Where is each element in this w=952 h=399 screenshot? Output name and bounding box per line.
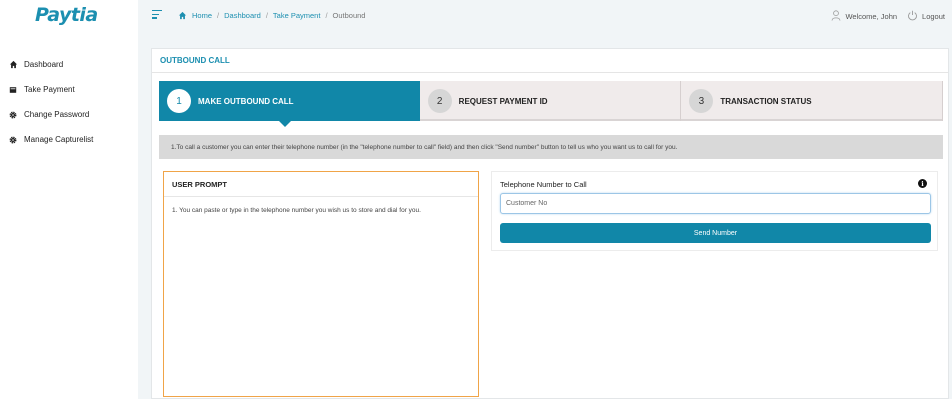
home-icon [8,60,18,70]
gear-icon [8,135,18,145]
sidebar-item-manage-capturelist[interactable]: Manage Capturelist [0,127,138,152]
home-icon[interactable] [178,11,187,20]
menu-toggle-icon[interactable] [152,10,162,20]
folder-icon [8,85,18,95]
step-request-payment-id[interactable]: 2 REQUEST PAYMENT ID [419,81,682,121]
user-prompt-title: USER PROMPT [164,172,478,197]
user-prompt-body: 1. You can paste or type in the telephon… [172,207,421,214]
paytia-logo[interactable]: Paytia [35,4,98,26]
sidebar-item-change-password[interactable]: Change Password [0,102,138,127]
step-number: 3 [689,89,714,113]
logout-link[interactable]: Logout [922,12,945,21]
send-number-button[interactable]: Send Number [500,223,931,243]
step-make-outbound-call[interactable]: 1 MAKE OUTBOUND CALL [159,81,420,127]
telephone-label: Telephone Number to Call [500,180,587,189]
breadcrumb: Home / Dashboard / Take Payment / Outbou… [178,11,365,20]
sidebar-item-take-payment[interactable]: Take Payment [0,77,138,102]
wizard-steps: 1 MAKE OUTBOUND CALL 2 REQUEST PAYMENT I… [159,81,944,127]
sidebar-item-label: Take Payment [24,85,75,94]
sidebar-item-label: Change Password [24,110,90,119]
user-icon[interactable] [831,10,841,23]
breadcrumb-home[interactable]: Home [192,11,212,20]
step-label: MAKE OUTBOUND CALL [198,96,294,106]
sidebar-item-dashboard[interactable]: Dashboard [0,52,138,77]
sidebar-nav: Dashboard Take Payment Change Password M… [0,52,138,152]
welcome-text: Welcome, John [845,12,898,21]
topbar: Home / Dashboard / Take Payment / Outbou… [138,0,952,34]
sidebar-item-label: Dashboard [24,60,64,69]
telephone-number-input[interactable] [500,193,931,214]
outbound-call-card: OUTBOUND CALL 1 MAKE OUTBOUND CALL 2 REQ… [151,48,949,399]
step-transaction-status[interactable]: 3 TRANSACTION STATUS [681,81,944,121]
breadcrumb-current: Outbound [332,11,366,20]
breadcrumb-separator: / [265,11,268,20]
telephone-form: Telephone Number to Call i Send Number [491,171,938,251]
card-title: OUTBOUND CALL [160,56,230,65]
step-number: 2 [427,89,452,113]
breadcrumb-separator: / [325,11,328,20]
step-label: REQUEST PAYMENT ID [458,96,548,106]
breadcrumb-dashboard[interactable]: Dashboard [224,11,261,20]
user-prompt-panel: USER PROMPT 1. You can paste or type in … [163,171,479,397]
step-label: TRANSACTION STATUS [720,96,812,106]
user-area: Welcome, John Logout [831,10,945,23]
step-number: 1 [167,89,191,113]
instruction-bar: 1.To call a customer you can enter their… [159,135,943,159]
sidebar-item-label: Manage Capturelist [24,135,94,144]
card-header: OUTBOUND CALL [152,49,948,73]
sidebar: Paytia Dashboard Take Payment Change Pas… [0,0,138,399]
breadcrumb-take-payment[interactable]: Take Payment [273,11,321,20]
power-icon[interactable] [907,10,918,23]
info-icon[interactable]: i [918,179,927,188]
breadcrumb-separator: / [217,11,220,20]
gear-icon [8,110,18,120]
